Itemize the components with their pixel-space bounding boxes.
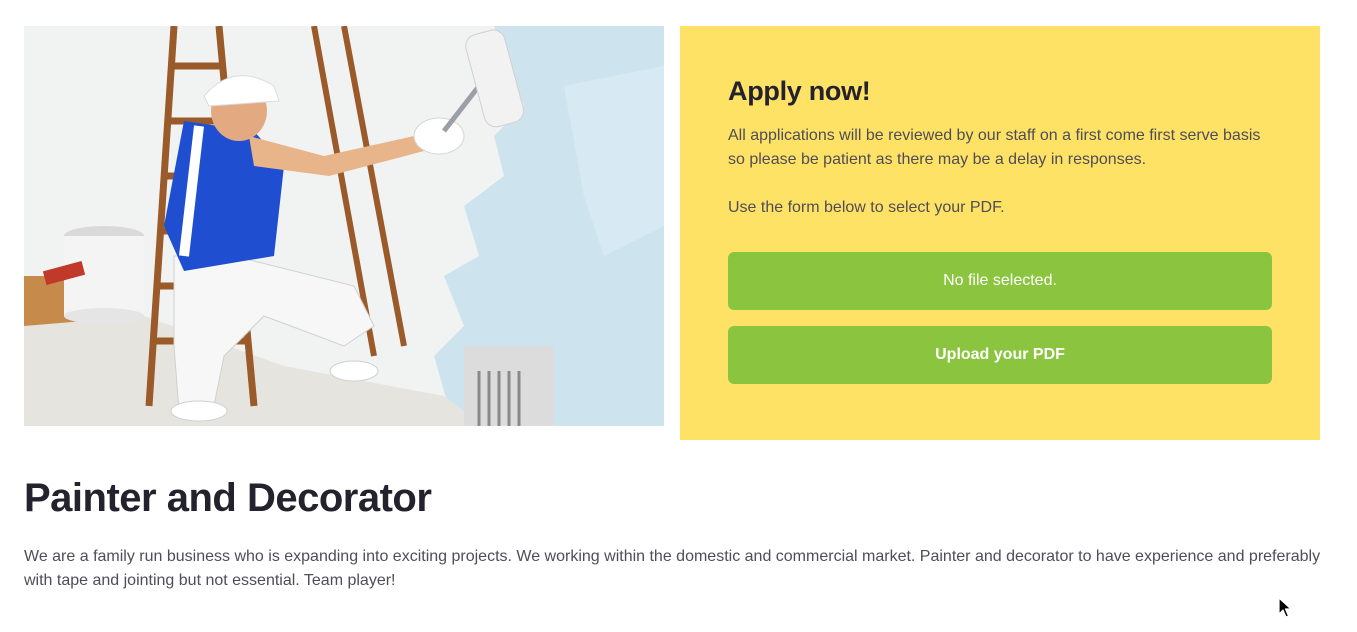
apply-panel: Apply now! All applications will be revi… bbox=[680, 26, 1320, 440]
apply-paragraph-1: All applications will be reviewed by our… bbox=[728, 127, 1261, 168]
hero-image bbox=[24, 26, 664, 426]
job-description: We are a family run business who is expa… bbox=[24, 548, 1321, 589]
arrow-cursor-icon bbox=[1278, 597, 1292, 618]
job-title: Painter and Decorator bbox=[24, 476, 432, 520]
apply-paragraph-2: Use the form below to select your PDF. bbox=[728, 199, 1005, 216]
upload-pdf-label: Upload your PDF bbox=[935, 346, 1065, 363]
upload-pdf-button[interactable]: Upload your PDF bbox=[728, 326, 1272, 384]
apply-title: Apply now! bbox=[728, 76, 871, 106]
file-select-field[interactable]: No file selected. bbox=[728, 252, 1272, 310]
apply-instructions: All applications will be reviewed by our… bbox=[728, 124, 1272, 220]
file-status-text: No file selected. bbox=[943, 272, 1057, 289]
